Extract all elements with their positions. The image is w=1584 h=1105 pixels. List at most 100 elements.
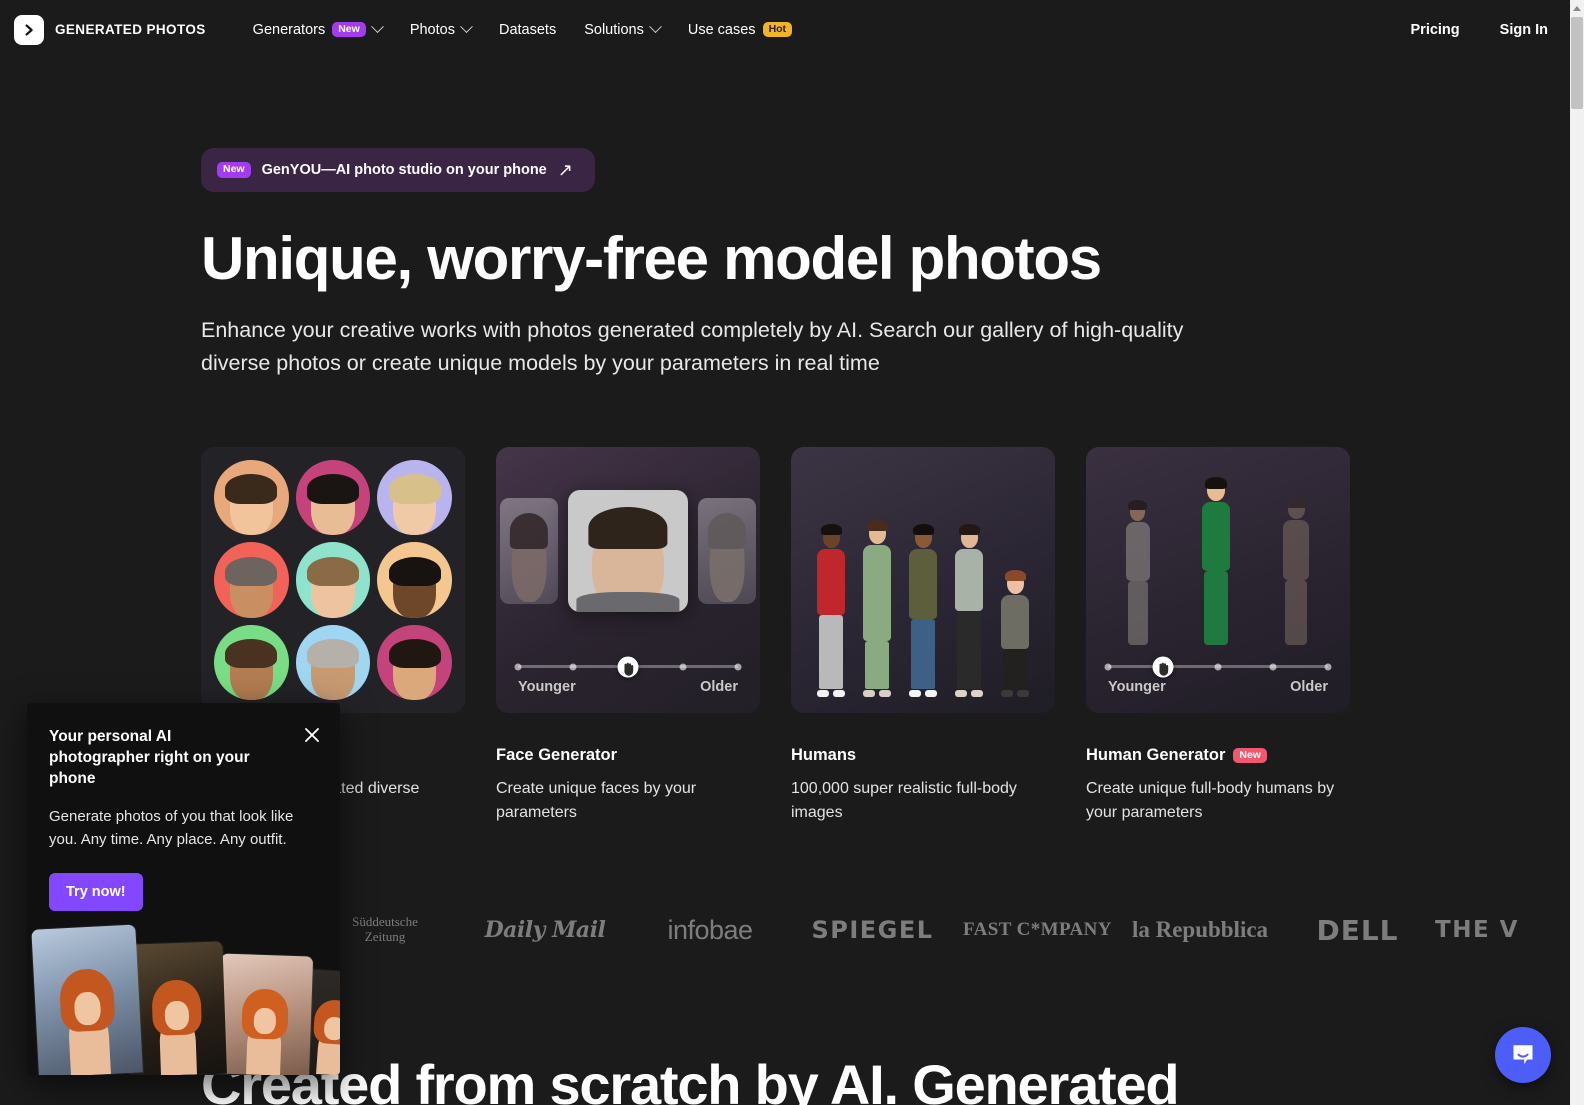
face-generator-preview: Younger Older [496, 447, 760, 713]
nav-label-pricing: Pricing [1410, 21, 1460, 38]
age-slider-face-generator[interactable]: Younger Older [514, 656, 742, 695]
avatar [214, 460, 289, 536]
card-badge-new: New [1233, 747, 1267, 764]
promo-title: Your personal AI photographer right on y… [49, 728, 250, 787]
human-figure [809, 524, 853, 697]
section-heading-created-from-scratch: Created from scratch by AI. Generated [201, 1053, 1180, 1105]
avatar [295, 542, 371, 618]
chevron-down-icon [460, 20, 473, 34]
card-title-human-generator: Human Generator New [1086, 746, 1350, 765]
promo-popup[interactable]: Your personal AI photographer right on y… [27, 703, 340, 1075]
nav-item-use-cases[interactable]: Use cases Hot [687, 21, 793, 38]
feature-card-row: Photos 100,000+ AI generated diverse pho… [201, 447, 1350, 826]
try-now-button[interactable]: Try now! [49, 873, 143, 912]
close-icon[interactable] [300, 723, 324, 747]
feature-card-face-generator[interactable]: Younger Older Face Generator Create uniq… [496, 447, 760, 826]
sign-in-link[interactable]: Sign In [1500, 22, 1548, 38]
slider-tick[interactable] [569, 663, 577, 670]
slider-track[interactable] [1104, 656, 1332, 677]
chevron-right-logo-icon [14, 14, 44, 45]
arrow-up-right-icon: ↗ [557, 160, 573, 180]
card-title-label: Human Generator [1086, 746, 1226, 764]
nav-label-generators: Generators [252, 21, 326, 38]
slider-tick[interactable] [514, 663, 522, 670]
age-slider-human-generator[interactable]: Younger Older [1104, 656, 1332, 695]
press-logo-la-repubblica: la Repubblica [1131, 917, 1269, 942]
human-figure [947, 524, 991, 697]
promo-body-text: Generate photos of you that look like yo… [49, 807, 294, 848]
top-navigation-bar: GENERATED PHOTOS Generators New Photos D… [0, 0, 1570, 59]
brand-logo-link[interactable]: GENERATED PHOTOS [14, 14, 206, 45]
scroll-up-arrow-icon[interactable] [1570, 0, 1584, 16]
chevron-down-icon [648, 20, 662, 34]
nav-item-solutions[interactable]: Solutions [584, 20, 662, 38]
card-desc-humans: 100,000 super realistic full-body images [791, 780, 1017, 822]
nav-label-solutions: Solutions [584, 21, 644, 38]
slider-tick[interactable] [679, 663, 687, 670]
nav-item-pricing[interactable]: Pricing [1411, 22, 1460, 38]
slider-labels: Younger Older [518, 679, 738, 695]
slider-label-right: Older [1290, 679, 1328, 695]
card-title-humans: Humans [791, 746, 1055, 765]
scrollbar-thumb[interactable] [1571, 17, 1583, 109]
slider-tick[interactable] [734, 663, 742, 670]
announcement-badge: New [217, 162, 251, 178]
press-logo-the-v: THE V [1435, 917, 1519, 943]
human-generator-figure [1195, 477, 1237, 645]
slider-handle[interactable] [617, 656, 639, 677]
nav-label-sign-in: Sign In [1499, 21, 1548, 38]
face-thumb-left [500, 498, 558, 604]
press-logo-infobae: infobae [667, 914, 753, 945]
human-figure [993, 570, 1037, 697]
human-generator-figure [1120, 500, 1156, 645]
announcement-text: GenYOU—AI photo studio on your phone [261, 162, 547, 178]
nav-label-photos: Photos [409, 21, 455, 38]
press-logo-dell: DELL [1316, 913, 1399, 947]
human-figure [855, 520, 899, 697]
feature-card-humans[interactable]: Humans 100,000 super realistic full-body… [791, 447, 1055, 826]
slider-tick[interactable] [1324, 663, 1332, 670]
avatar [377, 460, 452, 536]
chevron-down-icon [370, 20, 384, 34]
brand-name: GENERATED PHOTOS [55, 22, 206, 37]
slider-labels: Younger Older [1108, 679, 1328, 695]
slider-tick[interactable] [1104, 663, 1112, 670]
press-logo-fast-c-mpany: FAST C*MPANY [963, 919, 1112, 940]
nav-item-datasets[interactable]: Datasets [499, 22, 556, 38]
avatar [214, 542, 289, 618]
nav-item-photos[interactable]: Photos [409, 20, 473, 38]
hero-section: New GenYOU—AI photo studio on your phone… [201, 148, 1211, 381]
human-generator-figure [1276, 497, 1316, 645]
human-generator-preview: Younger Older [1086, 447, 1350, 713]
human-figure [901, 524, 945, 697]
nav-item-generators[interactable]: Generators New [252, 20, 384, 38]
nav-label-use-cases: Use cases [687, 21, 756, 38]
press-logo-spiegel: SPIEGEL [811, 916, 934, 944]
slider-label-left: Younger [518, 679, 576, 695]
promo-gallery-photo [217, 953, 314, 1075]
nav-label-datasets: Datasets [498, 21, 557, 38]
card-desc-human-generator: Create unique full-body humans by your p… [1086, 780, 1335, 822]
feature-card-human-generator[interactable]: Younger Older Human Generator New Create… [1086, 447, 1350, 826]
card-title-face-generator: Face Generator [496, 746, 760, 765]
nav-badge-new: New [332, 21, 366, 38]
slider-tick[interactable] [1214, 663, 1222, 670]
card-title-label: Face Generator [496, 746, 618, 764]
face-thumb-main [568, 490, 688, 612]
face-carousel [496, 465, 760, 637]
secondary-nav-links: Pricing Sign In [1411, 22, 1549, 38]
avatar [377, 624, 452, 700]
press-logo-daily-mail: Daily Mail [484, 917, 606, 943]
avatar [295, 460, 371, 536]
hero-subtitle: Enhance your creative works with photos … [201, 317, 1184, 376]
chat-bubble-smile-icon[interactable] [1495, 1027, 1551, 1083]
page-scrollbar[interactable] [1570, 0, 1584, 1105]
promo-image-gallery [31, 924, 340, 1075]
announcement-banner[interactable]: New GenYOU—AI photo studio on your phone… [201, 148, 595, 192]
slider-handle[interactable] [1152, 656, 1174, 677]
avatar [377, 542, 452, 618]
slider-tick[interactable] [1269, 663, 1277, 670]
avatar [295, 624, 371, 700]
slider-track[interactable] [514, 656, 742, 677]
slider-label-right: Older [700, 679, 738, 695]
